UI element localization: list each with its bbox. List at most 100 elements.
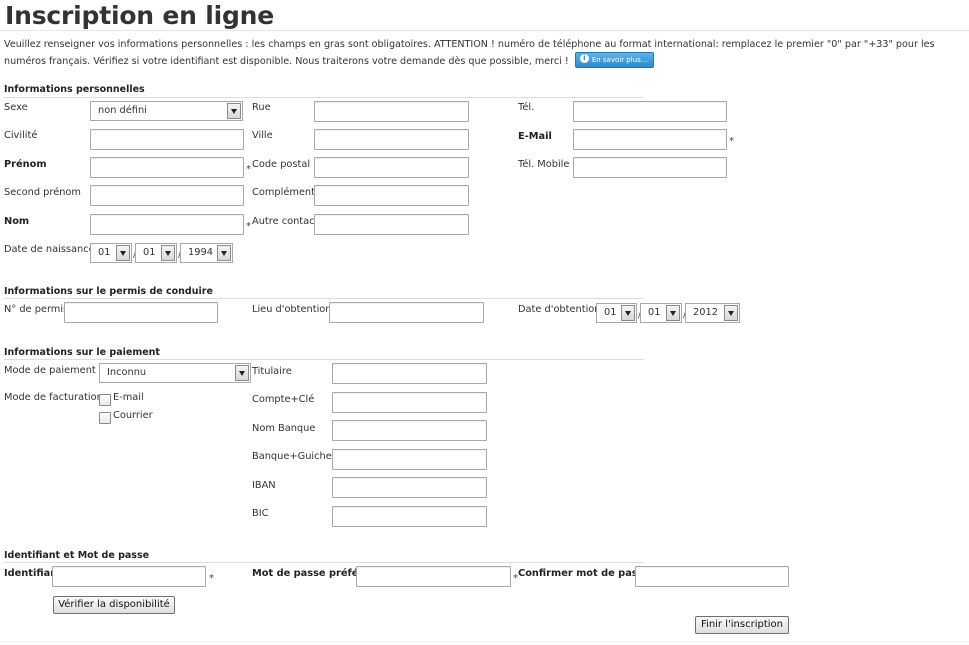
section-divider-paiement <box>4 359 644 360</box>
tel-mobile-label: Tél. Mobile <box>518 159 570 170</box>
finish-registration-button[interactable]: Finir l'inscription <box>695 616 789 634</box>
iban-label: IBAN <box>252 480 276 491</box>
autre-contact-label: Autre contact <box>252 216 319 227</box>
obtention-year-value: 2012 <box>693 307 718 318</box>
iban-input[interactable] <box>332 477 487 498</box>
section-heading-personal: Informations personnelles <box>4 84 145 95</box>
identifiant-required-mark: * <box>209 573 214 584</box>
mode-facturation-label: Mode de facturation <box>4 392 103 403</box>
naissance-year-select[interactable]: 1994 <box>180 243 233 263</box>
section-divider-permis <box>4 298 644 299</box>
tel-input[interactable] <box>573 101 727 122</box>
facturation-email-checkbox[interactable] <box>99 394 111 406</box>
obtention-day-value: 01 <box>604 307 617 318</box>
email-label: E-Mail <box>518 131 552 142</box>
facturation-email-label: E-mail <box>113 392 144 403</box>
email-input[interactable] <box>573 129 727 150</box>
prenom-label: Prénom <box>4 159 47 170</box>
section-heading-permis: Informations sur le permis de conduire <box>4 286 213 297</box>
intro-text: Veuillez renseigner vos informations per… <box>4 39 935 67</box>
chevron-down-icon <box>235 365 249 381</box>
info-button-label: En savoir plus... <box>591 55 648 64</box>
nom-required-mark: * <box>246 221 251 232</box>
bic-label: BIC <box>252 508 269 519</box>
autre-contact-input[interactable] <box>314 214 469 235</box>
sexe-select[interactable]: non défini <box>90 101 243 121</box>
prenom-input[interactable] <box>90 157 244 178</box>
complement-input[interactable] <box>314 185 469 206</box>
title-divider <box>0 30 969 31</box>
chevron-down-icon <box>217 245 231 261</box>
email-required-mark: * <box>729 136 734 147</box>
code-postal-input[interactable] <box>314 157 469 178</box>
numero-permis-label: N° de permis <box>4 304 69 315</box>
obtention-month-select[interactable]: 01 <box>640 303 682 323</box>
tel-mobile-input[interactable] <box>573 157 727 178</box>
page-bottom-divider <box>0 641 969 642</box>
banque-guichet-label: Banque+Guichet <box>252 451 336 462</box>
lieu-obtention-label: Lieu d'obtention <box>252 304 332 315</box>
ville-label: Ville <box>252 130 273 141</box>
prenom-required-mark: * <box>246 164 251 175</box>
sexe-label: Sexe <box>4 102 28 113</box>
info-icon: i <box>579 54 589 63</box>
nom-banque-input[interactable] <box>332 420 487 441</box>
titulaire-label: Titulaire <box>252 366 292 377</box>
naissance-label: Date de naissance <box>4 244 95 255</box>
code-postal-label: Code postal <box>252 159 311 170</box>
info-button[interactable]: i En savoir plus... <box>574 51 655 68</box>
sexe-select-value: non défini <box>98 105 147 116</box>
nom-label: Nom <box>4 216 30 227</box>
mode-paiement-select[interactable]: Inconnu <box>99 363 251 383</box>
chevron-down-icon <box>161 245 175 261</box>
chevron-down-icon <box>621 305 635 321</box>
compte-label: Compte+Clé <box>252 394 315 405</box>
tel-label: Tél. <box>518 102 535 113</box>
section-heading-account: Identifiant et Mot de passe <box>4 550 150 561</box>
bic-input[interactable] <box>332 506 487 527</box>
civilite-input[interactable] <box>90 129 244 150</box>
obtention-year-select[interactable]: 2012 <box>685 303 740 323</box>
numero-permis-input[interactable] <box>64 302 218 323</box>
rue-input[interactable] <box>314 101 469 122</box>
chevron-down-icon <box>724 305 738 321</box>
page-title: Inscription en ligne <box>5 1 275 30</box>
section-divider-account <box>4 562 644 563</box>
facturation-courrier-checkbox[interactable] <box>99 412 111 424</box>
chevron-down-icon <box>227 103 241 119</box>
chevron-down-icon <box>116 245 130 261</box>
naissance-month-value: 01 <box>143 247 156 258</box>
chevron-down-icon <box>666 305 680 321</box>
mode-paiement-value: Inconnu <box>107 367 147 378</box>
naissance-day-select[interactable]: 01 <box>90 243 132 263</box>
second-prenom-label: Second prénom <box>4 187 81 198</box>
second-prenom-input[interactable] <box>90 185 244 206</box>
civilite-label: Civilité <box>4 130 38 141</box>
naissance-day-value: 01 <box>98 247 111 258</box>
section-divider-personal <box>4 97 644 98</box>
mode-paiement-label: Mode de paiement <box>4 365 96 376</box>
banque-guichet-input[interactable] <box>332 449 487 470</box>
compte-input[interactable] <box>332 392 487 413</box>
naissance-month-select[interactable]: 01 <box>135 243 177 263</box>
verify-availability-button[interactable]: Vérifier la disponibilité <box>53 596 175 614</box>
titulaire-input[interactable] <box>332 363 487 384</box>
obtention-month-value: 01 <box>648 307 661 318</box>
obtention-day-select[interactable]: 01 <box>596 303 637 323</box>
facturation-courrier-label: Courrier <box>113 410 153 421</box>
identifiant-input[interactable] <box>52 566 206 587</box>
naissance-year-value: 1994 <box>188 247 213 258</box>
nom-input[interactable] <box>90 214 244 235</box>
ville-input[interactable] <box>314 129 469 150</box>
complement-label: Complément <box>252 187 315 198</box>
password-input[interactable] <box>356 566 511 587</box>
intro-text-block: Veuillez renseigner vos informations per… <box>4 38 966 69</box>
confirm-password-label: Confirmer mot de passe <box>518 568 651 579</box>
rue-label: Rue <box>252 102 271 113</box>
section-heading-paiement: Informations sur le paiement <box>4 347 160 358</box>
nom-banque-label: Nom Banque <box>252 423 316 434</box>
lieu-obtention-input[interactable] <box>329 302 484 323</box>
date-obtention-label: Date d'obtention <box>518 304 601 315</box>
confirm-password-input[interactable] <box>635 566 789 587</box>
password-label: Mot de passe préféré <box>252 568 370 579</box>
